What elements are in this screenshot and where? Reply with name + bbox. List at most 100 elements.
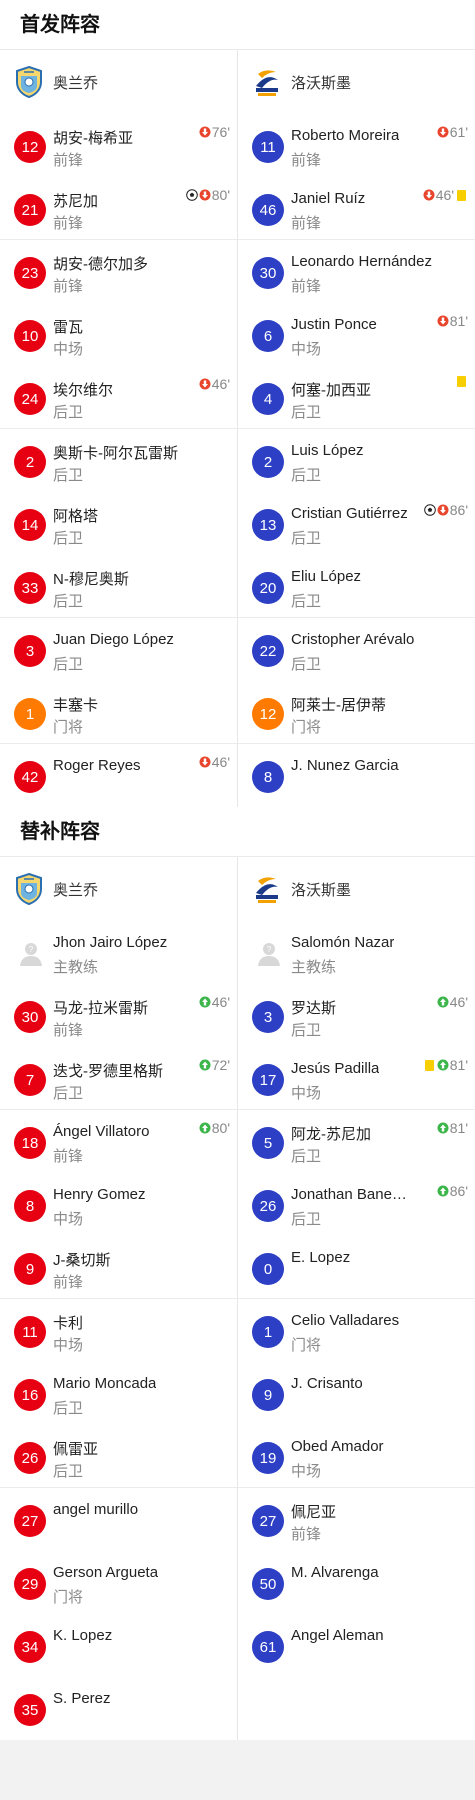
player-row[interactable]: 19 Obed Amador 中场 — [238, 1425, 475, 1488]
substitutes-lineup: 奥兰乔? Jhon Jairo López 主教练 30 马龙-拉米雷斯 前锋 46' 7 迭戈… — [0, 857, 475, 1740]
player-row[interactable]: 3 罗达斯 后卫 46' — [238, 984, 475, 1047]
player-row[interactable]: 26 佩雷亚 后卫 — [0, 1425, 237, 1488]
player-row[interactable]: 11 卡利 中场 — [0, 1299, 237, 1362]
player-row[interactable]: 8 J. Nunez Garcia — [238, 744, 475, 807]
player-row[interactable]: 46 Janiel Ruíz 前锋 46' — [238, 177, 475, 240]
player-row[interactable]: 34 K. Lopez — [0, 1614, 237, 1677]
player-events — [455, 376, 468, 387]
player-events: 86' — [423, 502, 468, 518]
player-name: Roberto Moreira — [291, 127, 400, 144]
player-row[interactable]: 8 Henry Gomez 中场 — [0, 1173, 237, 1236]
player-number-badge: 9 — [14, 1253, 46, 1285]
away-team-header[interactable]: 洛沃斯墨 — [238, 50, 475, 114]
player-row[interactable]: 13 Cristian Gutiérrez 后卫 86' — [238, 492, 475, 555]
player-number-badge: 27 — [14, 1505, 46, 1537]
player-name: J-桑切斯 — [53, 1252, 111, 1269]
sub-in-icon — [199, 1059, 211, 1071]
player-row[interactable]: 5 阿龙-苏尼加 后卫 81' — [238, 1110, 475, 1173]
player-number-badge: 24 — [14, 383, 46, 415]
coach-name: Jhon Jairo López — [53, 934, 168, 951]
player-row[interactable]: 11 Roberto Moreira 前锋 61' — [238, 114, 475, 177]
player-position: 后卫 — [291, 593, 322, 610]
player-row[interactable]: 22 Cristopher Arévalo 后卫 — [238, 618, 475, 681]
player-position: 前锋 — [53, 1274, 84, 1291]
player-row[interactable]: 2 Luis López 后卫 — [238, 429, 475, 492]
player-name: 胡安-梅希亚 — [53, 130, 133, 147]
player-name: Cristian Gutiérrez — [291, 505, 408, 522]
player-row[interactable]: 27 佩尼亚 前锋 — [238, 1488, 475, 1551]
player-events: 61' — [437, 124, 468, 140]
player-row[interactable]: 23 胡安-德尔加多 前锋 — [0, 240, 237, 303]
player-row[interactable]: 18 Ángel Villatoro 前锋 80' — [0, 1110, 237, 1173]
player-events: 81' — [437, 313, 468, 329]
player-name: 佩雷亚 — [53, 1441, 99, 1458]
player-row[interactable]: 10 雷瓦 中场 — [0, 303, 237, 366]
player-name: 佩尼亚 — [291, 1504, 337, 1521]
player-row[interactable]: 3 Juan Diego López 后卫 — [0, 618, 237, 681]
coach-row[interactable]: ? Jhon Jairo López 主教练 — [0, 921, 237, 984]
player-row[interactable]: 1 丰塞卡 门将 — [0, 681, 237, 744]
home-team-logo-icon — [14, 65, 44, 99]
player-row[interactable]: 30 马龙-拉米雷斯 前锋 46' — [0, 984, 237, 1047]
player-row[interactable]: 26 Jonathan Banegas 后卫 86' — [238, 1173, 475, 1236]
player-row[interactable]: 21 苏尼加 前锋 80' — [0, 177, 237, 240]
player-row[interactable]: 42 Roger Reyes 46' — [0, 744, 237, 807]
player-row[interactable]: 12 阿莱士-居伊蒂 门将 — [238, 681, 475, 744]
player-row[interactable]: 24 埃尔维尔 后卫 46' — [0, 366, 237, 429]
event-minute: 81' — [449, 1120, 468, 1136]
player-number-badge: 11 — [252, 131, 284, 163]
player-name: 奥斯卡-阿尔瓦雷斯 — [53, 445, 178, 462]
player-number-badge: 42 — [14, 761, 46, 793]
player-number-badge: 12 — [252, 698, 284, 730]
away-team-header[interactable]: 洛沃斯墨 — [238, 857, 475, 921]
sub-out-icon — [199, 756, 211, 768]
event-minute: 46' — [211, 376, 230, 392]
player-number-badge: 21 — [14, 194, 46, 226]
player-row[interactable]: 33 N-穆尼奥斯 后卫 — [0, 555, 237, 618]
coach-row[interactable]: ? Salomón Nazar 主教练 — [238, 921, 475, 984]
event-minute: 46' — [211, 754, 230, 770]
player-row[interactable]: 14 阿格塔 后卫 — [0, 492, 237, 555]
player-number-badge: 8 — [14, 1190, 46, 1222]
player-row[interactable]: 35 S. Perez — [0, 1677, 237, 1740]
player-number-badge: 26 — [14, 1442, 46, 1474]
home-team-header[interactable]: 奥兰乔 — [0, 857, 237, 921]
player-name: N-穆尼奥斯 — [53, 571, 129, 588]
player-position: 中场 — [53, 1337, 84, 1354]
player-row[interactable]: 50 M. Alvarenga — [238, 1551, 475, 1614]
player-position: 后卫 — [53, 656, 84, 673]
player-position: 后卫 — [53, 467, 84, 484]
player-row[interactable]: 4 何塞-加西亚 后卫 — [238, 366, 475, 429]
player-row[interactable]: 29 Gerson Argueta 门将 — [0, 1551, 237, 1614]
player-row[interactable]: 2 奥斯卡-阿尔瓦雷斯 后卫 — [0, 429, 237, 492]
player-name: Jonathan Banegas — [291, 1186, 409, 1203]
event-minute: 46' — [449, 994, 468, 1010]
coach-avatar-icon: ? — [255, 939, 283, 967]
player-row[interactable]: 16 Mario Moncada 后卫 — [0, 1362, 237, 1425]
player-name: K. Lopez — [53, 1627, 113, 1644]
player-row[interactable]: 27 angel murillo — [0, 1488, 237, 1551]
player-row[interactable]: 20 Eliu López 后卫 — [238, 555, 475, 618]
player-row[interactable]: 9 J-桑切斯前锋 — [0, 1236, 237, 1299]
home-team-header[interactable]: 奥兰乔 — [0, 50, 237, 114]
player-number-badge: 30 — [252, 257, 284, 289]
player-position: 前锋 — [53, 215, 84, 232]
player-row[interactable]: 9 J. Crisanto — [238, 1362, 475, 1425]
player-row[interactable]: 1 Celio Valladares 门将 — [238, 1299, 475, 1362]
player-row[interactable]: 61 Angel Aleman — [238, 1614, 475, 1677]
player-row[interactable]: 12 胡安-梅希亚 前锋 76' — [0, 114, 237, 177]
player-row[interactable]: 0 E. Lopez — [238, 1236, 475, 1299]
coach-role: 主教练 — [291, 959, 337, 976]
player-name: Janiel Ruíz — [291, 190, 366, 207]
player-row[interactable]: 30 Leonardo Hernández 前锋 — [238, 240, 475, 303]
player-name: J. Crisanto — [291, 1375, 363, 1392]
player-row[interactable]: 7 迭戈-罗德里格斯 后卫 72' — [0, 1047, 237, 1110]
player-row[interactable]: 17 Jesús Padilla 中场 81' — [238, 1047, 475, 1110]
player-position: 后卫 — [53, 404, 84, 421]
player-number-badge: 50 — [252, 1568, 284, 1600]
player-row[interactable]: 6 Justin Ponce 中场 81' — [238, 303, 475, 366]
sub-in-icon — [437, 1185, 449, 1197]
player-number-badge: 20 — [252, 572, 284, 604]
event-minute: 80' — [211, 187, 230, 203]
player-events: 86' — [437, 1183, 468, 1199]
